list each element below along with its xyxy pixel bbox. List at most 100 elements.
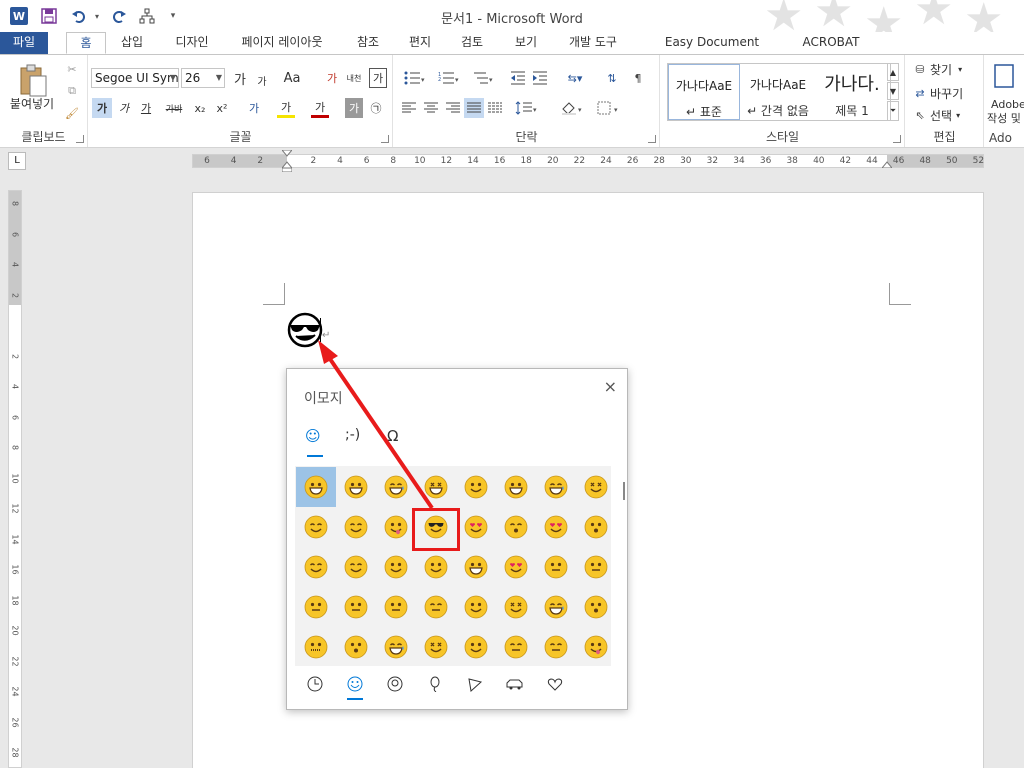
tab-selector[interactable]: L <box>8 152 26 170</box>
emoji-hearteyes[interactable] <box>456 507 496 547</box>
emoji-wink[interactable] <box>296 507 336 547</box>
emoji-zip[interactable] <box>296 627 336 667</box>
recent-icon[interactable] <box>305 674 325 694</box>
grow-font-icon[interactable]: 가 <box>231 68 249 88</box>
shrink-font-icon[interactable]: 가 <box>253 70 271 90</box>
clipboard-launcher-icon[interactable] <box>76 135 84 143</box>
first-line-indent-icon[interactable] <box>282 150 292 172</box>
tab-design[interactable]: 디자인 <box>166 32 218 54</box>
inserted-sunglasses-emoji[interactable] <box>287 312 323 348</box>
emoji-flat[interactable] <box>296 587 336 627</box>
bold-button[interactable]: 가 <box>92 98 112 118</box>
character-shading-icon[interactable]: 가 <box>345 98 363 118</box>
horizontal-ruler[interactable]: 6 4 2 2 4 6 8 10 12 14 16 18 20 22 24 26 28 30 32 34 36 38 40 4… <box>192 154 984 168</box>
sort-icon[interactable]: ⇅ <box>602 68 622 88</box>
select-button[interactable]: 선택 ▾ <box>930 107 980 123</box>
bullets-icon[interactable]: ▾ <box>400 68 430 88</box>
font-color-icon[interactable]: 가 <box>311 98 329 118</box>
style-heading-1[interactable]: 가나다. 제목 1 <box>816 64 888 120</box>
emoji-hearteyes[interactable] <box>496 547 536 587</box>
paragraph-launcher-icon[interactable] <box>648 135 656 143</box>
emoji-o[interactable] <box>336 627 376 667</box>
emoji-blush[interactable] <box>296 547 336 587</box>
emoji-o[interactable] <box>576 587 616 627</box>
emoji-big[interactable] <box>296 467 336 507</box>
style-no-spacing[interactable]: 가나다AaE ↵ 간격 없음 <box>742 64 814 120</box>
adobe-create-line1[interactable]: Adobe <box>991 97 1024 111</box>
emoji-hearteyes[interactable] <box>536 507 576 547</box>
emoji-smile[interactable] <box>456 587 496 627</box>
emoji-think[interactable] <box>536 547 576 587</box>
emoji-sweat[interactable] <box>536 467 576 507</box>
sort-direction-icon[interactable]: ⇆▾ <box>560 68 590 88</box>
emoji-x[interactable] <box>496 587 536 627</box>
tab-mailings[interactable]: 편지 <box>400 32 440 54</box>
borders-icon[interactable]: ▾ <box>594 98 624 118</box>
paste-button[interactable]: 붙여넣기 <box>2 95 62 111</box>
emoji-o[interactable] <box>576 507 616 547</box>
emoji-smile[interactable] <box>456 627 496 667</box>
people-icon[interactable] <box>385 674 405 694</box>
enclose-characters-icon[interactable]: ㉠ <box>367 98 385 118</box>
clear-format-icon[interactable]: 가 <box>323 68 341 88</box>
tab-easy-document-creator[interactable]: Easy Document Creator <box>642 32 782 70</box>
find-button[interactable]: 찾기 ▾ <box>930 61 974 77</box>
tab-view[interactable]: 보기 <box>506 32 546 54</box>
emoji-blush[interactable] <box>336 547 376 587</box>
align-center-icon[interactable] <box>422 98 440 118</box>
highlight-color-icon[interactable]: 가 <box>277 98 295 118</box>
superscript-button[interactable]: x² <box>213 98 231 118</box>
character-border-icon[interactable]: 가 <box>369 68 387 88</box>
celebration-icon[interactable] <box>425 674 445 694</box>
tab-kaomoji[interactable]: ;-) <box>345 427 360 443</box>
font-launcher-icon[interactable] <box>381 135 389 143</box>
emoji-tears[interactable] <box>536 587 576 627</box>
tab-page-layout[interactable]: 페이지 레이아웃 <box>232 32 332 54</box>
travel-icon[interactable] <box>505 674 525 694</box>
emoji-flat[interactable] <box>336 587 376 627</box>
emoji-blush[interactable] <box>336 507 376 547</box>
font-size-combo[interactable]: 26 ▼ <box>181 68 225 88</box>
emoji-x[interactable] <box>576 467 616 507</box>
cut-icon[interactable]: ✂ <box>64 61 80 77</box>
align-left-icon[interactable] <box>400 98 418 118</box>
style-normal[interactable]: 가나다AaE ↵ 표준 <box>668 64 740 120</box>
decrease-indent-icon[interactable] <box>508 68 528 88</box>
food-icon[interactable] <box>465 674 485 694</box>
tab-insert[interactable]: 삽입 <box>112 32 152 54</box>
replace-button[interactable]: 바꾸기 <box>930 85 980 101</box>
adobe-create-line2[interactable]: 작성 및 <box>987 111 1024 125</box>
emoji-smile[interactable] <box>456 467 496 507</box>
smiley-icon[interactable] <box>345 674 365 694</box>
emoji-kiss[interactable] <box>496 507 536 547</box>
heart-icon[interactable] <box>545 674 565 694</box>
tab-home[interactable]: 홈 <box>66 32 106 54</box>
emoji-sleepy[interactable] <box>496 627 536 667</box>
tab-file[interactable]: 파일 <box>0 32 48 54</box>
emoji-grin[interactable] <box>336 467 376 507</box>
emoji-tears[interactable] <box>376 467 416 507</box>
styles-up-icon[interactable]: ▲ <box>887 63 899 81</box>
styles-down-icon[interactable]: ▼ <box>887 82 899 100</box>
format-painter-icon[interactable]: 🖌 <box>64 105 80 121</box>
shading-icon[interactable]: ▾ <box>558 98 588 118</box>
subscript-button[interactable]: x₂ <box>191 98 209 118</box>
vertical-ruler[interactable]: 8 6 4 2 2 4 6 8 10 12 14 16 18 20 22 24 26 28 <box>8 190 22 768</box>
show-marks-icon[interactable]: ¶ <box>628 68 648 88</box>
underline-button[interactable]: 가 <box>137 98 155 118</box>
copy-icon[interactable]: ⧉ <box>64 83 80 99</box>
emoji-smile[interactable] <box>376 547 416 587</box>
styles-launcher-icon[interactable] <box>893 135 901 143</box>
emoji-neutral[interactable] <box>576 547 616 587</box>
close-icon[interactable]: × <box>604 377 617 396</box>
right-indent-icon[interactable] <box>882 160 892 168</box>
align-right-icon[interactable] <box>444 98 462 118</box>
change-case-icon[interactable]: Aa <box>281 68 303 88</box>
tab-review[interactable]: 검토 <box>452 32 492 54</box>
strikethrough-button[interactable]: 가바 <box>163 98 185 118</box>
increase-indent-icon[interactable] <box>530 68 550 88</box>
multilevel-list-icon[interactable]: ▾ <box>468 68 498 88</box>
emoji-sleepy[interactable] <box>416 587 456 627</box>
emoji-sweat[interactable] <box>376 627 416 667</box>
adobe-pdf-icon[interactable] <box>991 63 1021 91</box>
